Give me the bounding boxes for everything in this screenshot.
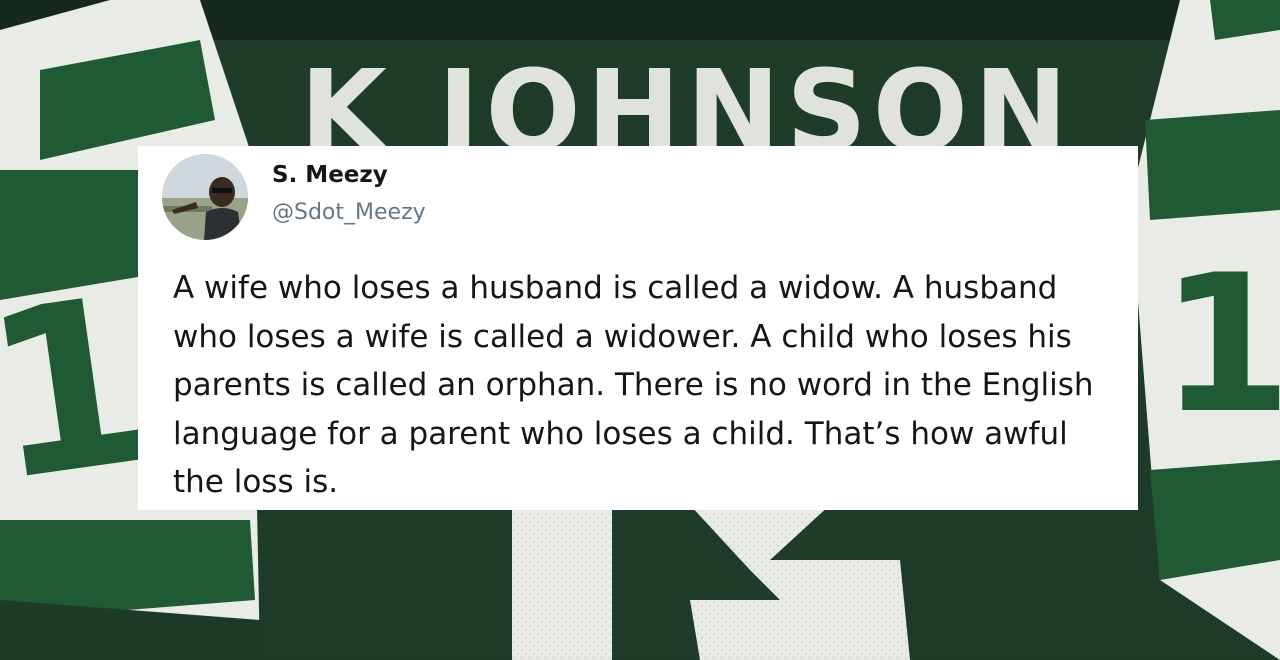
tweet-card: S. Meezy @Sdot_Meezy A wife who loses a …	[138, 146, 1138, 510]
jersey-photo-background: 19 19 K JOHNSON	[0, 0, 1280, 660]
user-handle[interactable]: @Sdot_Meezy	[272, 200, 426, 225]
right-sleeve-number: 19	[1160, 234, 1280, 455]
profile-photo-icon	[162, 154, 248, 240]
avatar[interactable]	[162, 154, 248, 240]
display-name[interactable]: S. Meezy	[272, 162, 388, 188]
tweet-text: A wife who loses a husband is called a w…	[173, 270, 1094, 500]
